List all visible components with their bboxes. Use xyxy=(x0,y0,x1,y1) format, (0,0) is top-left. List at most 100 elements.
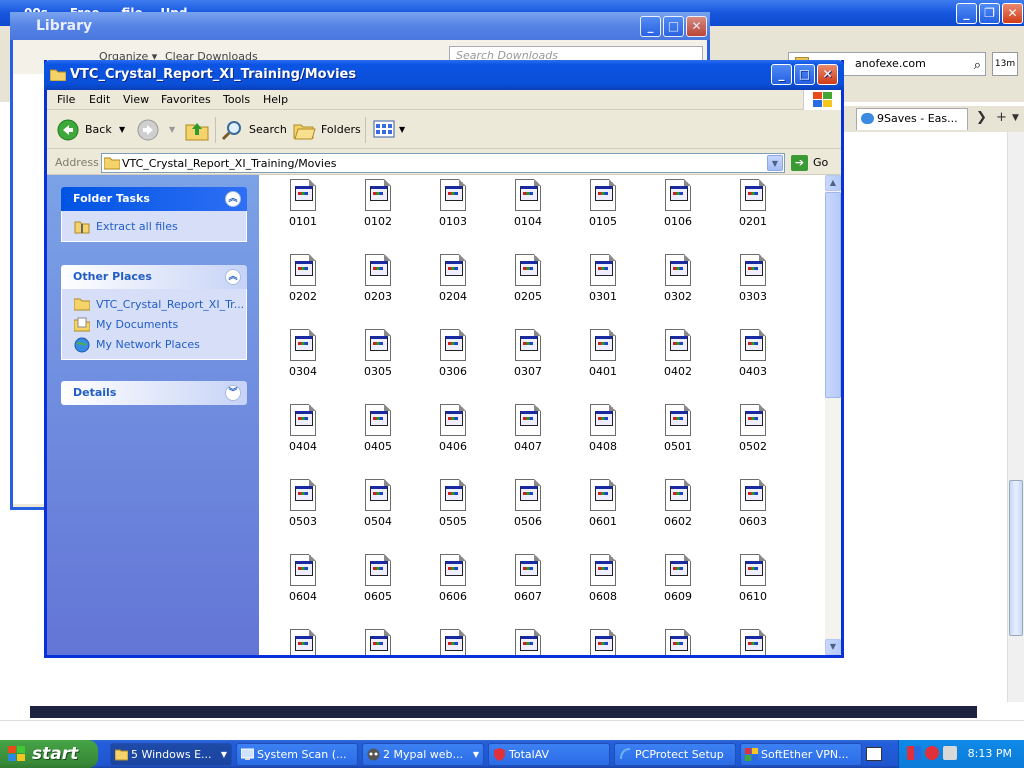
scroll-thumb[interactable] xyxy=(825,192,841,398)
file-item[interactable]: 0601 xyxy=(571,477,635,547)
file-item[interactable]: 0506 xyxy=(496,477,560,547)
folder-tasks-header[interactable]: Folder Tasks ︽ xyxy=(61,187,247,211)
timer-badge[interactable]: 13m xyxy=(992,52,1018,76)
file-item[interactable]: 0303 xyxy=(721,252,785,322)
search-button[interactable]: Search xyxy=(221,117,287,143)
menu-help[interactable]: Help xyxy=(263,93,288,106)
browser-minimize-button[interactable]: _ xyxy=(956,3,977,24)
file-item[interactable] xyxy=(646,627,710,655)
file-item[interactable]: 0401 xyxy=(571,327,635,397)
file-item[interactable] xyxy=(421,627,485,655)
keyboard-icon[interactable] xyxy=(866,747,882,761)
back-dropdown-icon[interactable]: ▼ xyxy=(119,117,125,143)
file-item[interactable]: 0305 xyxy=(346,327,410,397)
file-item[interactable]: 0604 xyxy=(271,552,335,622)
taskbar-item-mypal[interactable]: 2 Mypal web... ▼ xyxy=(362,743,484,766)
file-item[interactable]: 0104 xyxy=(496,177,560,247)
views-button[interactable]: ▼ xyxy=(373,117,409,143)
file-item[interactable] xyxy=(571,627,635,655)
new-tab-icon[interactable]: + xyxy=(996,110,1007,125)
file-item[interactable]: 0304 xyxy=(271,327,335,397)
address-input[interactable]: VTC_Crystal_Report_XI_Training/Movies ▼ xyxy=(101,153,785,173)
taskbar-item-totalav[interactable]: TotalAV xyxy=(488,743,610,766)
search-icon[interactable]: ⌕ xyxy=(974,55,981,77)
explorer-minimize-button[interactable]: _ xyxy=(771,64,792,85)
chevron-right-icon[interactable]: ❯ xyxy=(976,110,987,125)
vpn-tray-icon[interactable] xyxy=(907,746,921,760)
file-item[interactable]: 0307 xyxy=(496,327,560,397)
views-dropdown-icon[interactable]: ▼ xyxy=(399,117,405,143)
details-header[interactable]: Details ︾ xyxy=(61,381,247,405)
menu-view[interactable]: View xyxy=(123,93,149,106)
file-item[interactable]: 0602 xyxy=(646,477,710,547)
file-list-view[interactable]: 0101 0102 0103 0104 0105 0106 0201 0202 0203 0204… xyxy=(259,175,825,655)
taskbar-item-windows-explorer[interactable]: 5 Windows E... ▼ xyxy=(110,743,232,766)
library-titlebar[interactable]: Library _ □ ✕ xyxy=(10,12,710,40)
menu-favorites[interactable]: Favorites xyxy=(161,93,211,106)
scroll-down-icon[interactable]: ▼ xyxy=(825,639,841,655)
browser-scroll-thumb[interactable] xyxy=(1009,480,1023,636)
go-button[interactable]: ➔ Go xyxy=(789,154,839,172)
scroll-up-icon[interactable]: ▲ xyxy=(825,175,841,191)
file-item[interactable]: 0609 xyxy=(646,552,710,622)
file-item[interactable]: 0502 xyxy=(721,402,785,472)
file-item[interactable]: 0301 xyxy=(571,252,635,322)
taskbar-item-softether-vpn[interactable]: SoftEther VPN... xyxy=(740,743,862,766)
file-item[interactable]: 0504 xyxy=(346,477,410,547)
file-item[interactable]: 0407 xyxy=(496,402,560,472)
library-maximize-button[interactable]: □ xyxy=(663,16,684,37)
file-item[interactable]: 0405 xyxy=(346,402,410,472)
collapse-icon[interactable]: ︽ xyxy=(225,269,241,285)
file-item[interactable]: 0106 xyxy=(646,177,710,247)
library-minimize-button[interactable]: _ xyxy=(640,16,661,37)
file-item[interactable] xyxy=(721,627,785,655)
my-network-places-link[interactable]: My Network Places xyxy=(74,335,246,355)
clock[interactable]: 8:13 PM xyxy=(968,740,1012,768)
browser-close-button[interactable]: ✕ xyxy=(1002,3,1023,24)
taskbar-item-pcprotect[interactable]: PCProtect Setup xyxy=(614,743,736,766)
file-item[interactable]: 0605 xyxy=(346,552,410,622)
back-button[interactable]: Back ▼ xyxy=(57,117,129,143)
explorer-maximize-button[interactable]: □ xyxy=(794,64,815,85)
file-item[interactable]: 0204 xyxy=(421,252,485,322)
browser-tab[interactable]: 9Saves - Eas... xyxy=(856,108,968,130)
file-item[interactable]: 0201 xyxy=(721,177,785,247)
file-item[interactable]: 0406 xyxy=(421,402,485,472)
network-tray-icon[interactable] xyxy=(943,746,957,760)
library-close-button[interactable]: ✕ xyxy=(686,16,707,37)
file-item[interactable]: 0403 xyxy=(721,327,785,397)
file-item[interactable] xyxy=(496,627,560,655)
file-item[interactable] xyxy=(346,627,410,655)
address-dropdown-icon[interactable]: ▼ xyxy=(767,155,783,171)
forward-button[interactable]: ▼ xyxy=(137,117,177,143)
explorer-close-button[interactable]: ✕ xyxy=(817,64,838,85)
collapse-icon[interactable]: ︽ xyxy=(225,191,241,207)
start-button[interactable]: start xyxy=(0,740,98,768)
explorer-titlebar[interactable]: VTC_Crystal_Report_XI_Training/Movies _ … xyxy=(44,60,844,90)
my-documents-link[interactable]: My Documents xyxy=(74,315,246,335)
file-item[interactable]: 0102 xyxy=(346,177,410,247)
file-item[interactable]: 0610 xyxy=(721,552,785,622)
file-item[interactable]: 0501 xyxy=(646,402,710,472)
file-item[interactable]: 0404 xyxy=(271,402,335,472)
menu-tools[interactable]: Tools xyxy=(223,93,250,106)
file-item[interactable]: 0607 xyxy=(496,552,560,622)
extract-all-files-link[interactable]: Extract all files xyxy=(74,217,246,237)
file-item[interactable]: 0203 xyxy=(346,252,410,322)
file-item[interactable] xyxy=(271,627,335,655)
taskbar-item-system-scan[interactable]: System Scan (... xyxy=(236,743,358,766)
file-item[interactable]: 0306 xyxy=(421,327,485,397)
file-item[interactable]: 0408 xyxy=(571,402,635,472)
file-item[interactable]: 0202 xyxy=(271,252,335,322)
expand-icon[interactable]: ︾ xyxy=(225,385,241,401)
up-folder-button[interactable] xyxy=(185,117,211,143)
menu-edit[interactable]: Edit xyxy=(89,93,110,106)
browser-restore-button[interactable]: ❐ xyxy=(979,3,1000,24)
antivirus-tray-icon[interactable] xyxy=(925,746,939,760)
file-list-scrollbar[interactable]: ▲ ▼ xyxy=(825,175,841,655)
file-item[interactable]: 0302 xyxy=(646,252,710,322)
file-item[interactable]: 0105 xyxy=(571,177,635,247)
file-item[interactable]: 0603 xyxy=(721,477,785,547)
folders-button[interactable]: Folders xyxy=(293,117,361,143)
forward-dropdown-icon[interactable]: ▼ xyxy=(169,117,175,143)
